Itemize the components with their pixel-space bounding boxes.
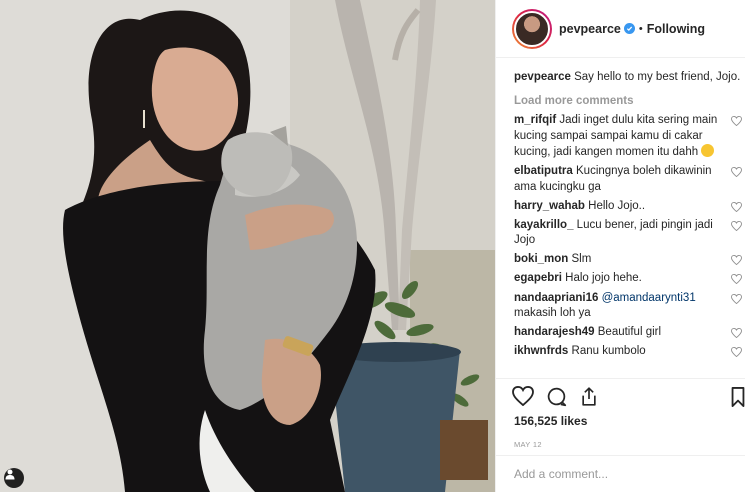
load-more-comments-button[interactable]: Load more comments (514, 95, 742, 107)
post-author-username[interactable]: pevpearce (559, 22, 621, 36)
comment-username[interactable]: handarajesh49 (514, 326, 595, 338)
comment-button[interactable] (546, 386, 567, 407)
post-date[interactable]: MAY 12 (496, 440, 745, 449)
user-tag-icon[interactable] (4, 468, 24, 488)
comment-username[interactable]: egapebri (514, 272, 562, 284)
comment-text: Hello Jojo.. (588, 199, 646, 212)
post-actions-section: 156,525 likes MAY 12 (496, 378, 745, 449)
post-side-panel: pevpearce • Following pevpearce Say hell… (495, 0, 745, 492)
comment-item: nandaapriani16 @amandaarynti31 makasih l… (514, 291, 742, 322)
share-button[interactable] (579, 386, 599, 407)
comment-item: m_rifqif Jadi inget dulu kita sering mai… (514, 113, 742, 161)
likes-count[interactable]: 156,525 likes (496, 414, 745, 428)
verified-badge-icon (623, 23, 635, 34)
comment-item: harry_wahab Hello Jojo.. (514, 199, 742, 215)
add-comment-section (496, 455, 745, 492)
caption-username[interactable]: pevpearce (514, 71, 571, 83)
comment-username[interactable]: elbatiputra (514, 165, 573, 177)
action-bar (496, 379, 745, 413)
heart-icon[interactable] (731, 347, 742, 358)
heart-icon[interactable] (731, 328, 742, 339)
grinning-face-with-sweat-icon (701, 144, 715, 157)
comment-username[interactable]: m_rifqif (514, 114, 556, 126)
comment-item: elbatiputra Kucingnya boleh dikawinin am… (514, 164, 742, 195)
photo-illustration (0, 0, 495, 492)
heart-icon[interactable] (731, 293, 742, 304)
like-button[interactable] (512, 386, 534, 406)
bookmark-icon (731, 387, 745, 407)
comment-text: Halo jojo hehe. (565, 272, 642, 285)
comment-mention[interactable]: @amandaarynti31 (602, 292, 696, 304)
comment-text: Beautiful girl (597, 326, 662, 339)
instagram-post-modal: pevpearce • Following pevpearce Say hell… (0, 0, 745, 492)
comments-list[interactable]: pevpearce Say hello to my best friend, J… (514, 70, 742, 377)
header-separator: • (638, 22, 643, 35)
avatar[interactable] (512, 8, 552, 49)
comment-item: kayakrillo_ Lucu bener, jadi pingin jadi… (514, 218, 742, 249)
save-button[interactable] (730, 387, 745, 412)
following-button[interactable]: Following (647, 22, 705, 36)
heart-icon[interactable] (731, 116, 742, 126)
comment-text: Slm (571, 253, 592, 266)
comment-username[interactable]: kayakrillo_ (514, 219, 573, 231)
comment-input[interactable] (514, 467, 724, 481)
comment-item: ikhwnfrds Ranu kumbolo (514, 344, 742, 360)
post-header: pevpearce • Following (496, 0, 745, 58)
comment-username[interactable]: harry_wahab (514, 200, 585, 212)
post-caption: pevpearce Say hello to my best friend, J… (514, 70, 742, 85)
heart-icon[interactable] (731, 167, 742, 178)
heart-icon[interactable] (731, 274, 742, 285)
comment-item: egapebri Halo jojo hehe. (514, 271, 742, 287)
comment-item: boki_mon Slm (514, 252, 742, 268)
heart-icon[interactable] (731, 201, 742, 212)
comment-text: makasih loh ya (514, 307, 591, 320)
comment-username[interactable]: ikhwnfrds (514, 345, 568, 357)
comment-username[interactable]: boki_mon (514, 253, 568, 265)
heart-icon (512, 386, 534, 406)
caption-text: Say hello to my best friend, Jojo. (574, 71, 741, 83)
comment-username[interactable]: nandaapriani16 (514, 292, 598, 304)
share-icon (582, 386, 596, 406)
comment-bubble-icon (547, 387, 567, 406)
heart-icon[interactable] (731, 255, 742, 266)
comment-item: handarajesh49 Beautiful girl (514, 325, 742, 341)
post-photo[interactable] (0, 0, 495, 492)
comment-text: Ranu kumbolo (571, 345, 646, 358)
heart-icon[interactable] (731, 220, 742, 231)
